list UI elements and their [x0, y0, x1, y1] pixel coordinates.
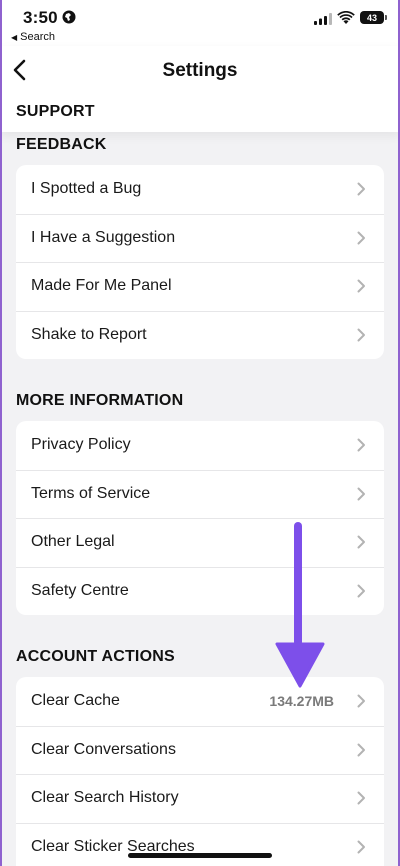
chevron-right-icon: [357, 535, 365, 549]
chevron-right-icon: [357, 438, 365, 452]
row-label: Clear Conversations: [31, 740, 176, 758]
settings-row-clear-search-history[interactable]: Clear Search History: [16, 774, 384, 823]
settings-row-privacy-policy[interactable]: Privacy Policy: [16, 421, 384, 470]
settings-row-clear-cache[interactable]: Clear Cache 134.27MB: [16, 677, 384, 726]
feedback-card: I Spotted a Bug I Have a Suggestion Made…: [16, 165, 384, 359]
globe-icon: [62, 10, 76, 24]
annotation-arrow-down-icon: [275, 522, 325, 688]
settings-row-made-for-me[interactable]: Made For Me Panel: [16, 262, 384, 311]
cache-size-value: 134.27MB: [269, 693, 334, 710]
chevron-right-icon: [357, 487, 365, 501]
settings-row-other-legal[interactable]: Other Legal: [16, 518, 384, 567]
row-label: Other Legal: [31, 533, 115, 551]
chevron-right-icon: [357, 694, 365, 708]
row-label: I Spotted a Bug: [31, 180, 142, 198]
row-label: Shake to Report: [31, 325, 147, 343]
settings-row-clear-sticker-searches[interactable]: Clear Sticker Searches: [16, 822, 384, 866]
row-label: Privacy Policy: [31, 436, 131, 454]
row-label: Clear Cache: [31, 692, 120, 710]
wifi-icon: [337, 11, 355, 24]
chevron-right-icon: [357, 840, 365, 854]
signal-icon: [314, 13, 332, 25]
row-label: Clear Search History: [31, 789, 179, 807]
chevron-right-icon: [357, 279, 365, 293]
chevron-right-icon: [357, 182, 365, 196]
home-indicator[interactable]: [128, 853, 272, 858]
back-to-app-link[interactable]: ◀ Search: [11, 31, 55, 43]
settings-row-terms-of-service[interactable]: Terms of Service: [16, 469, 384, 519]
more-information-card: Privacy Policy Terms of Service Other Le…: [16, 421, 384, 615]
chevron-right-icon: [357, 743, 365, 757]
settings-header: Settings SUPPORT: [0, 46, 400, 132]
settings-row-safety-centre[interactable]: Safety Centre: [16, 566, 384, 616]
row-label: Terms of Service: [31, 484, 151, 502]
row-label: Made For Me Panel: [31, 277, 172, 295]
back-triangle-icon: ◀: [11, 33, 18, 42]
settings-row-suggestion[interactable]: I Have a Suggestion: [16, 213, 384, 263]
status-time: 3:50: [23, 8, 58, 27]
row-label: I Have a Suggestion: [31, 228, 176, 246]
back-app-label: Search: [20, 31, 56, 43]
section-heading-feedback: FEEDBACK: [16, 136, 107, 153]
account-actions-card: Clear Cache 134.27MB Clear Conversations…: [16, 677, 384, 866]
settings-row-spotted-bug[interactable]: I Spotted a Bug: [16, 165, 384, 214]
battery-level: 43: [366, 12, 377, 23]
section-heading-account-actions: ACCOUNT ACTIONS: [16, 648, 175, 665]
section-heading-more-information: MORE INFORMATION: [16, 392, 184, 409]
status-bar: 3:50 ◀ Search 43: [0, 0, 400, 46]
chevron-right-icon: [357, 231, 365, 245]
chevron-right-icon: [357, 791, 365, 805]
row-label: Safety Centre: [31, 581, 129, 599]
settings-row-clear-conversations[interactable]: Clear Conversations: [16, 725, 384, 775]
chevron-right-icon: [357, 584, 365, 598]
battery-icon: 43: [360, 11, 387, 24]
page-title: Settings: [162, 60, 238, 81]
chevron-right-icon: [357, 328, 365, 342]
settings-row-shake-to-report[interactable]: Shake to Report: [16, 310, 384, 360]
section-heading-support: SUPPORT: [16, 103, 95, 120]
